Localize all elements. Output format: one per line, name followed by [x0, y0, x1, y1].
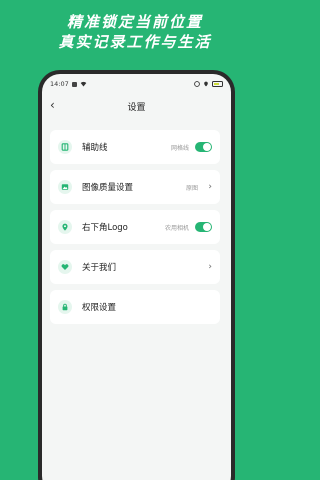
setting-row-guide-lines[interactable]: 辅助线 网格线 [50, 130, 220, 164]
lock-icon [58, 300, 72, 314]
notification-icon [71, 81, 77, 87]
setting-value: 原图 [185, 184, 198, 192]
setting-value: 农用相机 [164, 224, 189, 232]
status-bar: 14:07 [42, 74, 231, 94]
setting-label: 右下角Logo [82, 223, 128, 233]
heart-icon [58, 260, 72, 274]
setting-row-permissions[interactable]: 权限设置 [50, 290, 220, 324]
setting-label: 图像质量设置 [82, 183, 134, 193]
battery-icon [212, 81, 223, 87]
page-title: 设置 [127, 102, 146, 113]
promo-headline: 精准锁定当前位置 真实记录工作与生活 [0, 12, 270, 52]
setting-row-logo[interactable]: 右下角Logo 农用相机 [50, 210, 220, 244]
setting-row-image-quality[interactable]: 图像质量设置 原图 › [50, 170, 220, 204]
setting-label: 关于我们 [82, 263, 117, 273]
logo-toggle[interactable] [195, 222, 212, 232]
image-icon [58, 180, 72, 194]
promo-line-2: 真实记录工作与生活 [58, 33, 212, 51]
nav-bar: ‹ 设置 [42, 94, 231, 118]
setting-label: 辅助线 [82, 143, 108, 153]
promo-line-1: 精准锁定当前位置 [66, 13, 203, 31]
alarm-icon [194, 81, 200, 87]
signal-icon [204, 81, 208, 87]
status-time: 14:07 [50, 80, 69, 88]
phone-screen: 14:07 ‹ 设置 辅助线 网格线 图像质量设置 原图 › 右下角Logo 农… [42, 74, 231, 480]
chevron-left-icon[interactable]: ‹ [50, 99, 55, 111]
chevron-right-icon: › [208, 182, 212, 192]
wifi-icon [80, 81, 87, 87]
guide-lines-toggle[interactable] [195, 142, 212, 152]
setting-label: 权限设置 [82, 303, 117, 313]
setting-row-about-us[interactable]: 关于我们 › [50, 250, 220, 284]
setting-value: 网格线 [170, 144, 189, 152]
chevron-right-icon: › [208, 262, 212, 272]
location-pin-icon [58, 220, 72, 234]
guide-lines-icon [58, 140, 72, 154]
